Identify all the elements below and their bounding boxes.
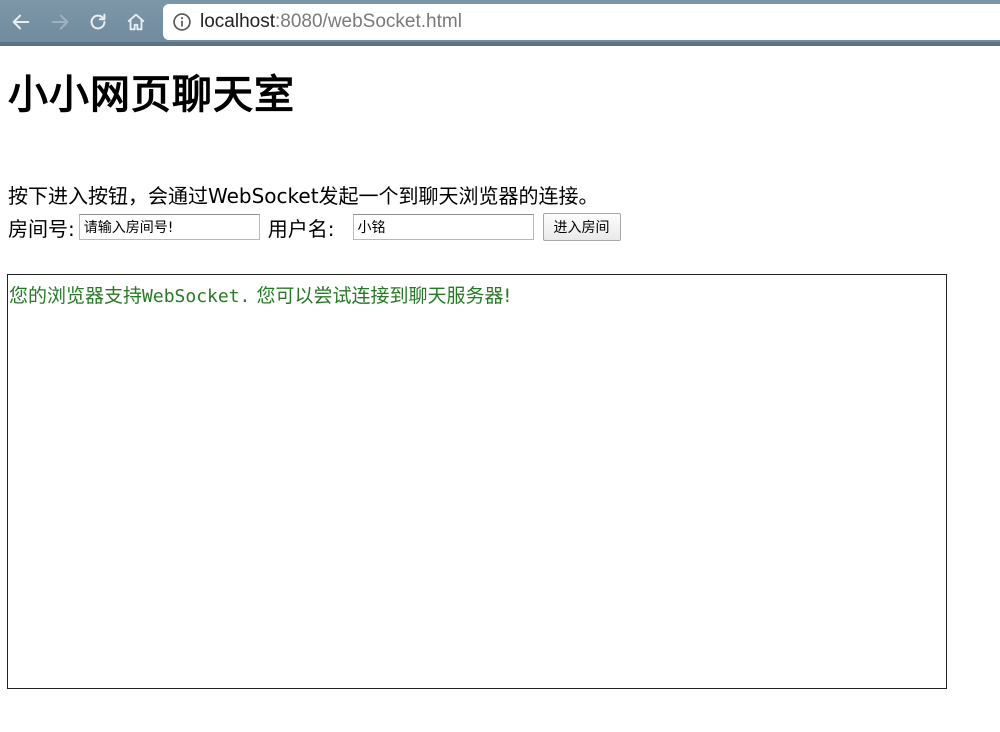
log-suffix: 您可以尝试连接到聊天服务器!	[256, 285, 511, 307]
home-icon	[125, 11, 147, 33]
reload-icon	[87, 11, 109, 33]
enter-room-button[interactable]: 进入房间	[543, 213, 621, 241]
url-path: :8080/webSocket.html	[275, 11, 462, 33]
forward-arrow-icon	[49, 11, 71, 33]
log-websocket: WebSocket.	[142, 286, 250, 307]
reload-button[interactable]	[85, 8, 111, 36]
log-prefix: 您的浏览器支持	[9, 285, 142, 307]
log-message: 您的浏览器支持WebSocket. 您可以尝试连接到聊天服务器!	[9, 281, 945, 308]
info-icon[interactable]	[172, 12, 192, 32]
room-label: 房间号:	[8, 213, 75, 242]
chat-log[interactable]: 您的浏览器支持WebSocket. 您可以尝试连接到聊天服务器!	[7, 274, 947, 689]
forward-button[interactable]	[47, 8, 73, 36]
username-label: 用户名:	[268, 213, 335, 242]
back-arrow-icon	[10, 11, 32, 33]
username-input[interactable]	[353, 214, 534, 240]
back-button[interactable]	[8, 8, 34, 36]
browser-toolbar: localhost:8080/webSocket.html	[0, 0, 1000, 46]
url-host: localhost	[200, 11, 275, 33]
join-form: 房间号: 用户名: 进入房间	[8, 212, 621, 242]
page-title: 小小网页聊天室	[8, 62, 295, 120]
address-bar[interactable]: localhost:8080/webSocket.html	[163, 4, 1000, 40]
intro-text: 按下进入按钮，会通过WebSocket发起一个到聊天浏览器的连接。	[8, 180, 599, 209]
room-number-input[interactable]	[79, 214, 260, 240]
home-button[interactable]	[123, 8, 149, 36]
